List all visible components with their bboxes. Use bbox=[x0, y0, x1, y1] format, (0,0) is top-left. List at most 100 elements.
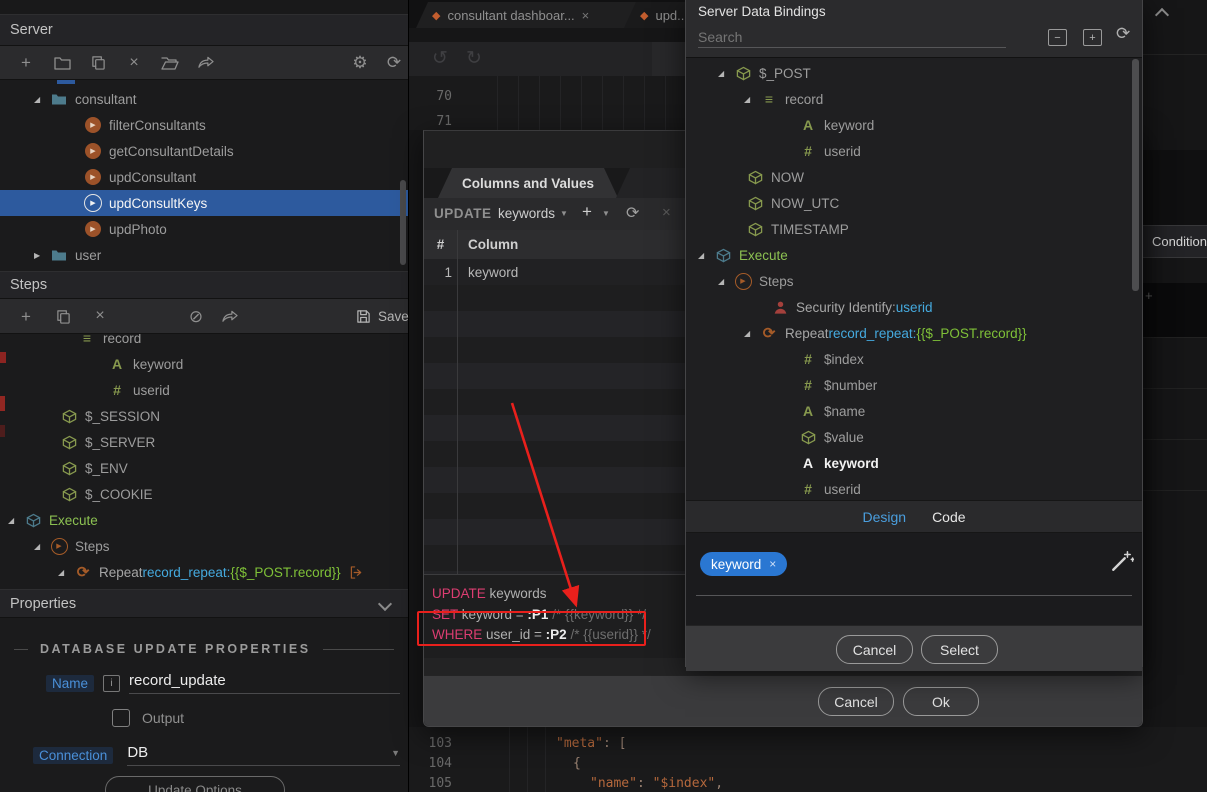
tree-item-security-identify[interactable]: Security Identify: userid bbox=[686, 294, 1142, 320]
tree-item-number[interactable]: # $number bbox=[686, 372, 1142, 398]
collapse-icon[interactable]: ▶ bbox=[34, 251, 50, 260]
editor-tab-consultant-dashboard[interactable]: ◆ consultant dashboar... × bbox=[416, 2, 648, 28]
cube-icon bbox=[746, 168, 764, 186]
tab-columns-and-values[interactable]: Columns and Values bbox=[438, 168, 618, 198]
tree-item-execute[interactable]: ◢ Execute bbox=[686, 242, 1142, 268]
save-button[interactable]: Save bbox=[356, 309, 409, 324]
export-icon[interactable] bbox=[220, 306, 240, 326]
add-column-arrow-icon[interactable]: ▼ bbox=[602, 209, 610, 218]
export-icon[interactable] bbox=[196, 53, 216, 73]
tree-item-user-folder[interactable]: ▶ user bbox=[0, 242, 408, 268]
scrollbar-thumb[interactable] bbox=[400, 180, 406, 265]
expand-icon[interactable]: ◢ bbox=[718, 277, 734, 286]
tree-item-record[interactable]: ◢ ≡ record bbox=[686, 86, 1142, 112]
output-checkbox[interactable] bbox=[112, 709, 130, 727]
repeat-name: record_repeat: bbox=[829, 326, 917, 341]
tree-item-record[interactable]: ≡ record bbox=[0, 334, 408, 351]
info-icon[interactable]: i bbox=[103, 675, 120, 692]
tree-item-keyword[interactable]: A keyword bbox=[686, 112, 1142, 138]
tree-item-cookie[interactable]: $_COOKIE bbox=[0, 481, 408, 507]
expand-all-icon[interactable]: + bbox=[1083, 29, 1102, 46]
expand-icon[interactable]: ◢ bbox=[744, 95, 760, 104]
tree-item-userid[interactable]: # userid bbox=[0, 377, 408, 403]
table-select-arrow-icon[interactable]: ▼ bbox=[560, 209, 568, 218]
tree-item-now-utc[interactable]: NOW_UTC bbox=[686, 190, 1142, 216]
add-step-icon[interactable]: + bbox=[16, 306, 36, 326]
search-input[interactable] bbox=[698, 27, 1006, 48]
number-type-icon: # bbox=[799, 376, 817, 394]
ok-button[interactable]: Ok bbox=[903, 687, 979, 716]
copy-icon[interactable] bbox=[88, 53, 108, 73]
tree-item-upd-consultant[interactable]: ▶ updConsultant bbox=[0, 164, 408, 190]
chevron-down-icon[interactable] bbox=[378, 596, 392, 610]
undo-icon[interactable]: ↺ bbox=[432, 47, 448, 70]
tree-item-keyword[interactable]: A keyword bbox=[0, 351, 408, 377]
binding-chip[interactable]: keyword × bbox=[700, 552, 787, 576]
expand-icon[interactable]: ◢ bbox=[8, 516, 24, 525]
tree-item-userid-2[interactable]: # userid bbox=[686, 476, 1142, 500]
refresh-icon[interactable]: ⟳ bbox=[626, 203, 639, 223]
cancel-button[interactable]: Cancel bbox=[818, 687, 894, 716]
magic-wand-icon[interactable] bbox=[1110, 549, 1134, 578]
expand-icon[interactable]: ◢ bbox=[698, 251, 714, 260]
tree-item-upd-consult-keys-selected[interactable]: ▶ updConsultKeys bbox=[0, 190, 408, 216]
disable-icon[interactable]: ⊘ bbox=[186, 306, 206, 326]
expand-icon[interactable]: ◢ bbox=[58, 568, 74, 577]
tree-item-partial[interactable]: ◢ bbox=[0, 585, 408, 589]
collapse-all-icon[interactable]: − bbox=[1048, 29, 1067, 46]
cancel-button[interactable]: Cancel bbox=[836, 635, 913, 664]
chip-close-icon[interactable]: × bbox=[769, 557, 776, 571]
tree-item-post[interactable]: ◢ $_POST bbox=[686, 60, 1142, 86]
tree-item-session[interactable]: $_SESSION bbox=[0, 403, 408, 429]
refresh-icon[interactable]: ⟳ bbox=[1116, 24, 1130, 44]
tree-item-steps[interactable]: ◢ ▶ Steps bbox=[686, 268, 1142, 294]
settings-gear-icon[interactable]: ⚙ bbox=[350, 53, 370, 73]
repeat-icon: ⟳ bbox=[760, 324, 778, 342]
repeat-name: record_repeat: bbox=[143, 565, 231, 580]
name-input[interactable]: record_update bbox=[129, 672, 400, 694]
add-icon[interactable]: + bbox=[16, 53, 36, 73]
tree-item-timestamp[interactable]: TIMESTAMP bbox=[686, 216, 1142, 242]
delete-icon[interactable]: × bbox=[124, 53, 144, 73]
new-folder-icon[interactable] bbox=[52, 53, 72, 73]
connection-select[interactable]: DB ▼ bbox=[127, 744, 400, 766]
tree-item-index[interactable]: # $index bbox=[686, 346, 1142, 372]
tree-item-filter-consultants[interactable]: ▶ filterConsultants bbox=[0, 112, 408, 138]
chevron-up-icon[interactable] bbox=[1155, 8, 1169, 22]
tree-item-server[interactable]: $_SERVER bbox=[0, 429, 408, 455]
tree-item-name[interactable]: A $name bbox=[686, 398, 1142, 424]
tree-item-get-consultant-details[interactable]: ▶ getConsultantDetails bbox=[0, 138, 408, 164]
tree-item-upd-photo[interactable]: ▶ updPhoto bbox=[0, 216, 408, 242]
folder-icon bbox=[50, 90, 68, 108]
select-button[interactable]: Select bbox=[921, 635, 998, 664]
refresh-icon[interactable]: ⟳ bbox=[384, 53, 404, 73]
expand-icon[interactable]: ◢ bbox=[34, 542, 50, 551]
expand-icon[interactable]: ◢ bbox=[34, 95, 50, 104]
tree-item-repeat[interactable]: ◢ ⟳ Repeat record_repeat: {{$_POST.recor… bbox=[686, 320, 1142, 346]
add-column-icon[interactable]: + bbox=[582, 202, 592, 222]
tree-item-consultant-folder[interactable]: ◢ consultant bbox=[0, 86, 408, 112]
tab-design[interactable]: Design bbox=[862, 509, 906, 525]
tree-item-execute[interactable]: ◢ Execute bbox=[0, 507, 408, 533]
remove-column-icon[interactable]: × bbox=[662, 204, 671, 221]
update-options-button[interactable]: Update Options bbox=[105, 776, 285, 792]
tab-code[interactable]: Code bbox=[932, 509, 965, 525]
expand-icon[interactable]: ◢ bbox=[718, 69, 734, 78]
tree-item-keyword-selected[interactable]: A keyword bbox=[686, 450, 1142, 476]
expand-icon[interactable]: ◢ bbox=[744, 329, 760, 338]
table-select[interactable]: keywords bbox=[498, 206, 555, 221]
tree-item-label: userid bbox=[133, 383, 170, 398]
tree-item-value[interactable]: $value bbox=[686, 424, 1142, 450]
delete-icon[interactable]: × bbox=[90, 306, 110, 326]
tree-item-now[interactable]: NOW bbox=[686, 164, 1142, 190]
tab-close-icon[interactable]: × bbox=[582, 8, 590, 23]
tree-item-userid[interactable]: # userid bbox=[686, 138, 1142, 164]
properties-panel-header[interactable]: Properties bbox=[0, 589, 408, 618]
redo-icon[interactable]: ↻ bbox=[466, 47, 482, 70]
open-folder-icon[interactable] bbox=[160, 53, 180, 73]
tree-item-repeat[interactable]: ◢ ⟳ Repeat record_repeat: {{$_POST.recor… bbox=[0, 559, 408, 585]
scrollbar-thumb[interactable] bbox=[1132, 59, 1139, 291]
copy-icon[interactable] bbox=[53, 306, 73, 326]
tree-item-steps[interactable]: ◢ ▶ Steps bbox=[0, 533, 408, 559]
tree-item-env[interactable]: $_ENV bbox=[0, 455, 408, 481]
